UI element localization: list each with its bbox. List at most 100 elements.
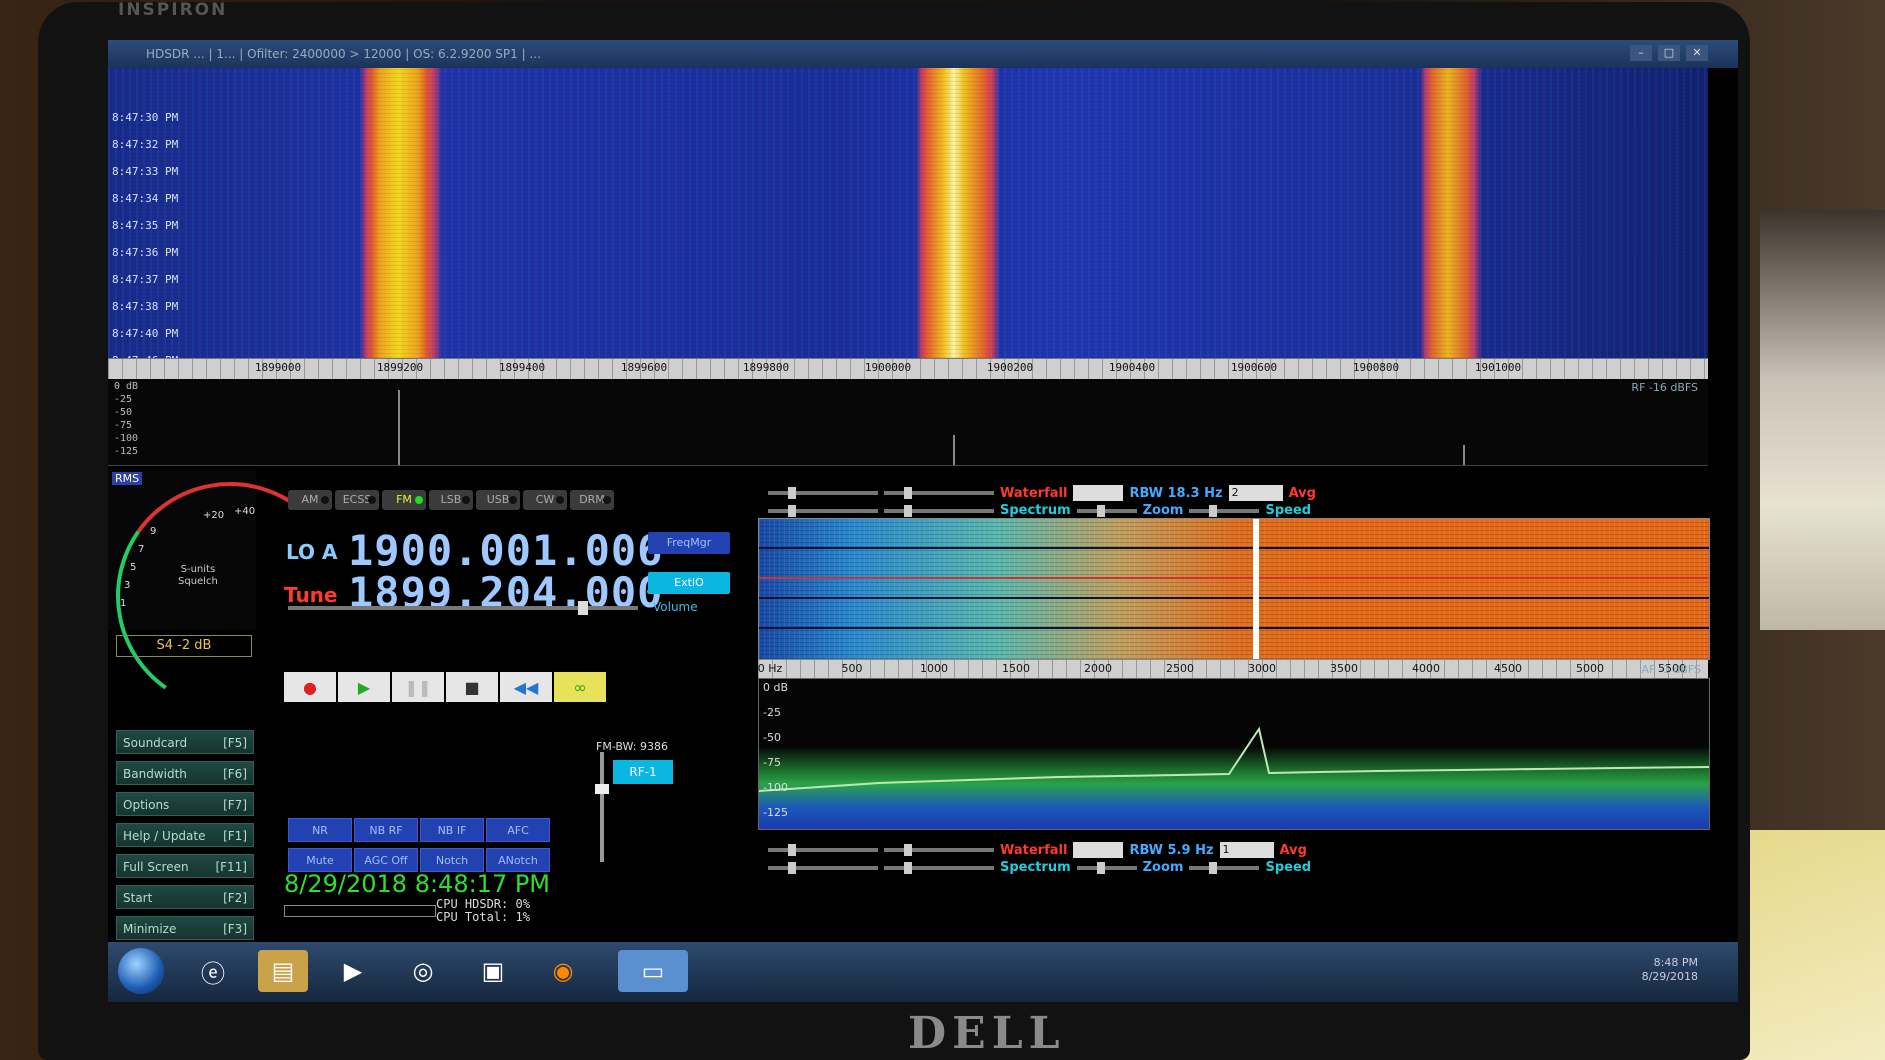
- volume-slider[interactable]: [288, 601, 638, 615]
- dsp-anotch-button[interactable]: ANotch: [486, 848, 550, 872]
- fkey-help-update-button[interactable]: Help / Update [F1]: [116, 823, 254, 847]
- rewind-button[interactable]: ◀◀: [500, 672, 552, 702]
- waterfall-brightness-slider[interactable]: [884, 487, 994, 499]
- s-meter-scale: +40: [234, 506, 256, 517]
- squelch-label[interactable]: Squelch: [178, 576, 218, 588]
- record-button[interactable]: ●: [284, 672, 336, 702]
- freqmgr-button[interactable]: FreqMgr: [648, 532, 730, 554]
- play-button[interactable]: ▶: [338, 672, 390, 702]
- dsp-afc-button[interactable]: AFC: [486, 818, 550, 842]
- rf-frequency-axis[interactable]: 1899000 1899200 1899400 1899600 1899800 19000…: [108, 358, 1708, 380]
- close-window-button[interactable]: ✕: [1686, 45, 1708, 61]
- rf-db-label: -100: [114, 433, 139, 444]
- spectrum-peak: [398, 390, 400, 465]
- dsp-agc-off-button[interactable]: AGC Off: [354, 848, 418, 872]
- rf-frequency-tick: 1899400: [498, 361, 546, 374]
- mode-am-button[interactable]: AM: [288, 490, 332, 510]
- mode-lsb-button[interactable]: LSB: [429, 490, 473, 510]
- rf-spectrum[interactable]: RF -16 dBFS 0 dB -25 -50 -75 -100 -125: [108, 379, 1708, 466]
- mode-ecss-button[interactable]: ECSS: [335, 490, 379, 510]
- rf-frequency-tick: 1899800: [742, 361, 790, 374]
- waterfall-contrast-slider[interactable]: [768, 487, 878, 499]
- waterfall-time: 8:47:33 PM: [112, 165, 179, 178]
- loop-button[interactable]: ∞: [554, 672, 606, 702]
- rf1-button[interactable]: RF-1: [613, 760, 673, 784]
- zoom-slider-a[interactable]: [1076, 504, 1137, 517]
- rbw-label: RBW 18.3 Hz: [1129, 485, 1223, 501]
- rf-frequency-tick: 1900200: [986, 361, 1034, 374]
- firefox-icon[interactable]: ◉: [538, 950, 588, 992]
- audio-spectrum[interactable]: AF -1 dBFS 0 dB -25 -50 -75 -100 -125: [758, 663, 1710, 830]
- mode-drm-button[interactable]: DRM: [570, 490, 614, 510]
- waterfall-brightness-slider-2[interactable]: [884, 844, 994, 856]
- fkey-label: Bandwidth: [123, 767, 187, 781]
- spectrum-slider-3[interactable]: [768, 861, 878, 874]
- ie-icon[interactable]: ⓔ: [188, 950, 238, 992]
- rf-waterfall[interactable]: 8:47:30 PM 8:47:32 PM 8:47:33 PM 8:47:34 PM…: [108, 68, 1708, 394]
- waterfall-level-box-2[interactable]: [1073, 842, 1124, 858]
- audio-frequency-tick: 5000: [1576, 662, 1604, 675]
- dsp-nb-rf-button[interactable]: NB RF: [354, 818, 418, 842]
- stop-button[interactable]: ■: [446, 672, 498, 702]
- dsp-nb-if-button[interactable]: NB IF: [420, 818, 484, 842]
- window-titlebar[interactable]: HDSDR ... | 1... | Ofilter: 2400000 > 12…: [108, 40, 1738, 68]
- waterfall-contrast-slider-2[interactable]: [768, 844, 878, 856]
- volume-knob[interactable]: [578, 601, 588, 615]
- audio-frequency-tick: 2500: [1166, 662, 1194, 675]
- media-player-icon[interactable]: ▶: [328, 950, 378, 992]
- window-title: HDSDR ... | 1... | Ofilter: 2400000 > 12…: [146, 47, 541, 61]
- zoom-slider-c[interactable]: [1076, 861, 1137, 874]
- spectrum-slider-4[interactable]: [884, 861, 994, 874]
- audio-frequency-tick: 3500: [1330, 662, 1358, 675]
- zoom-slider-b[interactable]: [1189, 504, 1260, 517]
- fkey-bandwidth-button[interactable]: Bandwidth [F6]: [116, 761, 254, 785]
- mode-cw-button[interactable]: CW: [523, 490, 567, 510]
- audio-tune-marker[interactable]: [1253, 519, 1259, 659]
- rms-toggle[interactable]: RMS: [112, 472, 143, 485]
- waterfall-level-box[interactable]: [1073, 485, 1124, 501]
- mode-fm-button[interactable]: FM: [382, 490, 426, 510]
- dsp-mute-button[interactable]: Mute: [288, 848, 352, 872]
- squelch-slider[interactable]: [595, 752, 609, 862]
- mode-label: ECSS: [342, 493, 372, 506]
- fkey-options-button[interactable]: Options [F7]: [116, 792, 254, 816]
- rbw-select-2[interactable]: 1: [1219, 842, 1274, 858]
- tray-time: 8:48 PM: [1653, 956, 1698, 969]
- mode-usb-button[interactable]: USB: [476, 490, 520, 510]
- dsp-nr-button[interactable]: NR: [288, 818, 352, 842]
- waterfall-time: 8:47:35 PM: [112, 219, 179, 232]
- fkey-label: Full Screen: [123, 860, 189, 874]
- fkey-full-screen-button[interactable]: Full Screen [F11]: [116, 854, 254, 878]
- fkey-minimize-button[interactable]: Minimize [F3]: [116, 916, 254, 940]
- maximize-window-button[interactable]: □: [1658, 45, 1680, 61]
- audio-frequency-tick: 0 Hz: [757, 662, 783, 675]
- waterfall-controls-bottom: Waterfall RBW 5.9 Hz 1 Avg: [768, 842, 1307, 858]
- squelch-knob[interactable]: [595, 784, 609, 794]
- audio-frequency-axis[interactable]: 0 Hz 500 1000 1500 2000 2500 3000 3500 4000 4500 5…: [758, 660, 1708, 678]
- zoom-slider-d[interactable]: [1189, 861, 1260, 874]
- windows-taskbar: ⓔ ▤ ▶ ◎ ▣ ◉ ▭ 8:48 PM 8/29/2018: [108, 942, 1738, 1002]
- minimize-window-button[interactable]: –: [1630, 45, 1652, 61]
- hdsdr-taskbar-icon[interactable]: ▭: [618, 950, 688, 992]
- spectrum-slider-1[interactable]: [768, 504, 878, 517]
- mode-led-icon: [462, 496, 470, 504]
- fkey-soundcard-button[interactable]: Soundcard [F5]: [116, 730, 254, 754]
- app-icon[interactable]: ▣: [468, 950, 518, 992]
- rf-frequency-tick: 1899000: [254, 361, 302, 374]
- s-meter-scale: 3: [124, 580, 131, 591]
- dsp-notch-button[interactable]: Notch: [420, 848, 484, 872]
- fkey-label: Start: [123, 891, 153, 905]
- waterfall-time: 8:47:32 PM: [112, 138, 179, 151]
- explorer-icon[interactable]: ▤: [258, 950, 308, 992]
- dell-icon[interactable]: ◎: [398, 950, 448, 992]
- avg-label-2: Avg: [1279, 842, 1307, 858]
- extio-button[interactable]: ExtIO: [648, 572, 730, 594]
- spectrum-slider-2[interactable]: [884, 504, 994, 517]
- fkey-start-button[interactable]: Start [F2]: [116, 885, 254, 909]
- start-button[interactable]: [118, 948, 164, 994]
- system-tray[interactable]: 8:48 PM 8/29/2018: [1642, 956, 1698, 984]
- fkey-label: Soundcard: [123, 736, 188, 750]
- rbw-select[interactable]: 2: [1228, 485, 1283, 501]
- audio-waterfall[interactable]: [758, 518, 1710, 660]
- pause-button[interactable]: ❚❚: [392, 672, 444, 702]
